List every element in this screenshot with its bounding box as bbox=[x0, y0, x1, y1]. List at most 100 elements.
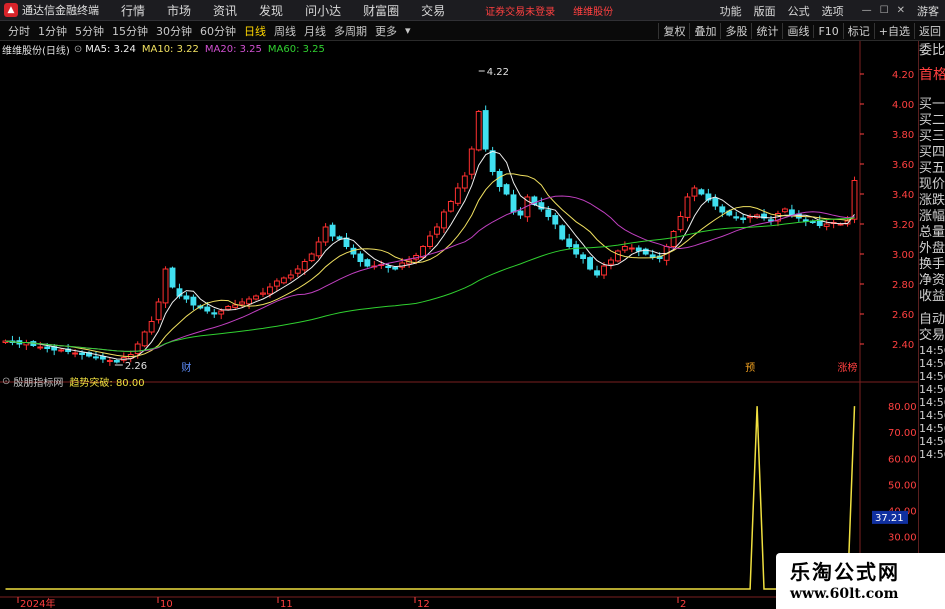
side-panel-item: 14:56 bbox=[919, 422, 945, 435]
side-panel-item: 14:56 bbox=[919, 344, 945, 357]
candle-body bbox=[273, 280, 280, 287]
period-monthly[interactable]: 月线 bbox=[304, 23, 326, 39]
menu-hangqing[interactable]: 行情 bbox=[121, 2, 145, 19]
candle-body bbox=[594, 270, 600, 276]
watermark: 乐淘公式网 www.60lt.com bbox=[776, 553, 945, 609]
candle-body bbox=[148, 321, 155, 333]
candle-body bbox=[204, 306, 211, 312]
candle-body bbox=[482, 110, 489, 150]
menu-faxian[interactable]: 发现 bbox=[259, 2, 283, 19]
period-60min[interactable]: 60分钟 bbox=[200, 23, 236, 39]
side-panel-item: 14:56 bbox=[919, 435, 945, 448]
ma10-label: MA10: 3.22 bbox=[141, 43, 199, 55]
period-15min[interactable]: 15分钟 bbox=[112, 23, 148, 39]
candle-body bbox=[266, 286, 273, 295]
candle-body bbox=[260, 292, 266, 295]
close-icon[interactable]: ✕ bbox=[897, 5, 905, 16]
menu-caifuquan[interactable]: 财富圈 bbox=[363, 2, 399, 19]
price-axis-label: 2.40 bbox=[892, 340, 914, 351]
tool-buttons: 复权 叠加 多股 统计 画线 F10 标记 +自选 返回 bbox=[658, 21, 945, 41]
window-controls: — ☐ ✕ bbox=[854, 5, 905, 16]
collapse-icon[interactable]: ⊙ bbox=[74, 44, 82, 55]
side-panel-item: 首格 bbox=[919, 67, 945, 83]
quote-side-panel[interactable]: 委比首格买一买二买三买四买五现价涨跌涨幅总量外盘换手净资收益自动交易14:561… bbox=[918, 41, 945, 609]
xaxis-label: 2 bbox=[680, 599, 686, 609]
period-30min[interactable]: 30分钟 bbox=[156, 23, 192, 39]
menu-xuanxiang[interactable]: 选项 bbox=[822, 3, 844, 19]
side-panel-item: 14:56 bbox=[919, 409, 945, 422]
guest-label[interactable]: 游客 bbox=[917, 3, 939, 19]
price-axis-label: 4.00 bbox=[892, 100, 914, 111]
candle-body bbox=[218, 310, 225, 315]
period-weekly[interactable]: 周线 bbox=[274, 23, 296, 39]
login-notice[interactable]: 证券交易未登录 bbox=[485, 3, 555, 18]
candle-body bbox=[566, 238, 573, 247]
candle-body bbox=[608, 259, 614, 265]
side-panel-item: 换手 bbox=[919, 257, 945, 272]
period-5min[interactable]: 5分钟 bbox=[75, 23, 104, 39]
candle-body bbox=[489, 150, 496, 173]
side-panel-item: 自动 bbox=[919, 312, 945, 327]
menu-gongshi[interactable]: 公式 bbox=[788, 3, 810, 19]
period-multi[interactable]: 多周期 bbox=[334, 23, 367, 39]
tool-zixuan[interactable]: +自选 bbox=[873, 23, 914, 39]
tool-fuquan[interactable]: 复权 bbox=[658, 23, 689, 39]
menu-zixun[interactable]: 资讯 bbox=[213, 2, 237, 19]
price-chart[interactable]: 4.20 4.00 3.80 3.60 3.40 3.20 3.00 2.80 2.60 2.40… bbox=[0, 41, 918, 609]
indicator-toggle-icon[interactable]: ⊙ bbox=[2, 376, 10, 387]
chevron-down-icon[interactable]: ▾ bbox=[405, 24, 411, 37]
top-right-menu: 功能 版面 公式 选项 — ☐ ✕ 游客 bbox=[708, 0, 945, 21]
candle-body bbox=[315, 241, 322, 257]
period-1min[interactable]: 1分钟 bbox=[38, 23, 67, 39]
period-more[interactable]: 更多 bbox=[375, 23, 397, 39]
indicator-name[interactable]: 殷朋指标网 bbox=[13, 374, 63, 389]
tool-huaxian[interactable]: 画线 bbox=[782, 23, 813, 39]
side-panel-item: 买一 bbox=[919, 97, 945, 112]
menu-jiaoyi[interactable]: 交易 bbox=[421, 2, 445, 19]
candle-body bbox=[740, 217, 747, 220]
tool-diejia[interactable]: 叠加 bbox=[689, 23, 720, 39]
candle-body bbox=[155, 301, 162, 321]
ma10-line bbox=[5, 173, 855, 358]
price-axis-label: 3.20 bbox=[892, 220, 914, 231]
tool-biaoji[interactable]: 标记 bbox=[842, 23, 874, 39]
candle-body bbox=[93, 356, 99, 359]
low-annotation: 2.26 bbox=[125, 361, 147, 372]
candle-body bbox=[343, 237, 350, 248]
minimize-icon[interactable]: — bbox=[862, 5, 872, 16]
candle-body bbox=[162, 268, 169, 304]
high-annotation: 4.22 bbox=[487, 67, 509, 78]
side-panel-item: 买三 bbox=[919, 129, 945, 144]
ma60-label: MA60: 3.25 bbox=[267, 43, 325, 55]
candle-body bbox=[621, 246, 628, 251]
side-panel-item: 买五 bbox=[919, 161, 945, 176]
tool-f10[interactable]: F10 bbox=[813, 24, 842, 38]
stock-notice[interactable]: 维维股份 bbox=[573, 3, 613, 18]
candle-body bbox=[211, 312, 218, 315]
side-panel-item: 买二 bbox=[919, 113, 945, 128]
tool-duogu[interactable]: 多股 bbox=[720, 23, 751, 39]
candle-body bbox=[788, 209, 795, 216]
candle-body bbox=[294, 268, 301, 274]
period-daily[interactable]: 日线 bbox=[244, 23, 266, 39]
menu-gongneng[interactable]: 功能 bbox=[720, 3, 742, 19]
tool-fanhui[interactable]: 返回 bbox=[914, 23, 945, 39]
side-panel-item: 涨幅 bbox=[919, 209, 945, 224]
candle-body bbox=[232, 304, 239, 308]
candle-body bbox=[72, 352, 79, 355]
marker-cai: 财 bbox=[181, 361, 191, 374]
menu-wenxiaoda[interactable]: 问小达 bbox=[305, 2, 341, 19]
price-axis-label: 4.20 bbox=[892, 70, 914, 81]
tool-tongji[interactable]: 统计 bbox=[751, 23, 782, 39]
candle-body bbox=[357, 253, 364, 262]
xaxis-label: 11 bbox=[280, 599, 293, 609]
side-panel-item: 委比 bbox=[919, 43, 945, 58]
menu-shichang[interactable]: 市场 bbox=[167, 2, 191, 19]
maximize-icon[interactable]: ☐ bbox=[880, 5, 889, 16]
period-fenshi[interactable]: 分时 bbox=[8, 23, 30, 39]
candle-body bbox=[308, 253, 315, 262]
candle-body bbox=[461, 175, 468, 189]
menu-banmian[interactable]: 版面 bbox=[754, 3, 776, 19]
indicator-line bbox=[5, 406, 856, 590]
candle-body bbox=[733, 216, 740, 219]
